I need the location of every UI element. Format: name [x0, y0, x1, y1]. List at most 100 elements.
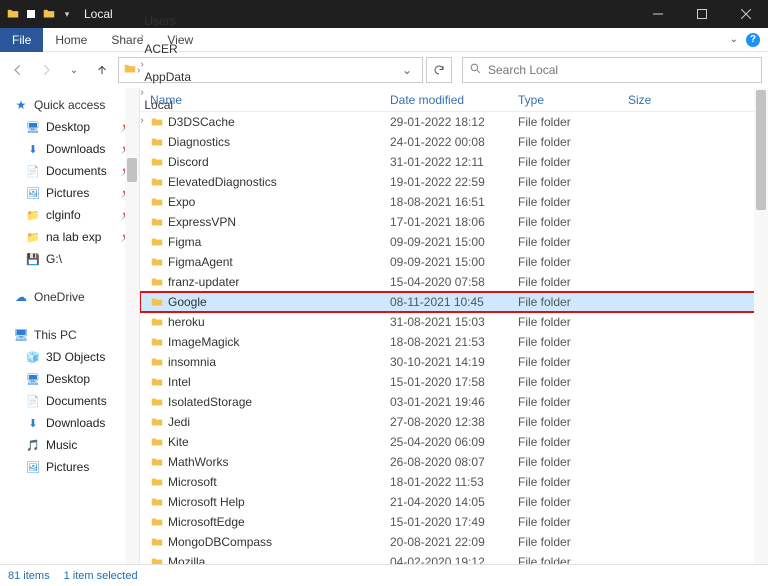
file-row[interactable]: MathWorks26-08-2020 08:07File folder	[140, 452, 768, 472]
nav-item[interactable]: ⬇Downloads📌	[0, 138, 139, 160]
navigation-pane: ★ Quick access 🖥Desktop📌⬇Downloads📌📄Docu…	[0, 88, 140, 564]
col-date[interactable]: Date modified	[390, 93, 518, 107]
col-name[interactable]: Name	[150, 93, 390, 107]
status-item-count: 81 items	[8, 570, 50, 582]
file-row[interactable]: Microsoft Help21-04-2020 14:05File folde…	[140, 492, 768, 512]
file-type: File folder	[518, 135, 628, 149]
nav-item[interactable]: 📄Documents	[0, 390, 139, 412]
file-row[interactable]: IsolatedStorage03-01-2021 19:46File fold…	[140, 392, 768, 412]
file-type: File folder	[518, 275, 628, 289]
nav-item[interactable]: 🎵 Music	[0, 434, 139, 456]
breadcrumb-acer[interactable]: ACER	[140, 42, 195, 56]
file-row[interactable]: insomnia30-10-2021 14:19File folder	[140, 352, 768, 372]
nav-item[interactable]: 📄Documents📌	[0, 160, 139, 182]
quick-access-label: Quick access	[34, 98, 105, 112]
file-date: 09-09-2021 15:00	[390, 255, 518, 269]
folder-icon	[150, 495, 168, 509]
breadcrumb-users[interactable]: Users	[140, 14, 195, 28]
file-row[interactable]: MicrosoftEdge15-01-2020 17:49File folder	[140, 512, 768, 532]
nav-item[interactable]: ⬇Downloads	[0, 412, 139, 434]
qat-button-1[interactable]	[22, 5, 40, 23]
file-row[interactable]: Google08-11-2021 10:45File folder	[140, 292, 768, 312]
help-icon[interactable]: ?	[746, 33, 760, 47]
nav-item[interactable]: 📁na lab exp📌	[0, 226, 139, 248]
file-row[interactable]: franz-updater15-04-2020 07:58File folder	[140, 272, 768, 292]
file-row[interactable]: MongoDBCompass20-08-2021 22:09File folde…	[140, 532, 768, 552]
file-row[interactable]: Diagnostics24-01-2022 00:08File folder	[140, 132, 768, 152]
file-row[interactable]: ExpressVPN17-01-2021 18:06File folder	[140, 212, 768, 232]
nav-label: na lab exp	[46, 230, 101, 244]
close-button[interactable]	[724, 0, 768, 28]
address-bar[interactable]: › Users›ACER›AppData›Local› ⌄	[118, 57, 423, 83]
file-row[interactable]: Intel15-01-2020 17:58File folder	[140, 372, 768, 392]
file-row[interactable]: Mozilla04-02-2020 19:12File folder	[140, 552, 768, 564]
file-type: File folder	[518, 335, 628, 349]
nav-label: clginfo	[46, 208, 81, 222]
file-name: D3DSCache	[168, 115, 390, 129]
nav-item[interactable]: 🧊3D Objects	[0, 346, 139, 368]
maximize-button[interactable]	[680, 0, 724, 28]
tab-file[interactable]: File	[0, 28, 43, 52]
quick-access-header[interactable]: ★ Quick access	[0, 94, 139, 116]
up-button[interactable]	[90, 58, 114, 82]
star-icon: ★	[14, 98, 28, 112]
back-button[interactable]	[6, 58, 30, 82]
file-row[interactable]: ElevatedDiagnostics19-01-2022 22:59File …	[140, 172, 768, 192]
file-row[interactable]: Kite25-04-2020 06:09File folder	[140, 432, 768, 452]
tab-home[interactable]: Home	[43, 28, 99, 52]
file-row[interactable]: Expo18-08-2021 16:51File folder	[140, 192, 768, 212]
forward-button[interactable]	[34, 58, 58, 82]
folder-icon	[150, 215, 168, 229]
folder-icon	[150, 475, 168, 489]
file-row[interactable]: Discord31-01-2022 12:11File folder	[140, 152, 768, 172]
onedrive-header[interactable]: ☁ OneDrive	[0, 286, 139, 308]
address-dropdown-icon[interactable]: ⌄	[396, 63, 418, 77]
file-row[interactable]: FigmaAgent09-09-2021 15:00File folder	[140, 252, 768, 272]
file-row[interactable]: ImageMagick18-08-2021 21:53File folder	[140, 332, 768, 352]
file-date: 27-08-2020 12:38	[390, 415, 518, 429]
qat-overflow[interactable]: ▾	[58, 5, 76, 23]
nav-item[interactable]: 📁clginfo📌	[0, 204, 139, 226]
file-row[interactable]: heroku31-08-2021 15:03File folder	[140, 312, 768, 332]
nav-item[interactable]: 🖼Pictures📌	[0, 182, 139, 204]
nav-item[interactable]: 🖼Pictures	[0, 456, 139, 478]
nav-item[interactable]: 🖥Desktop📌	[0, 116, 139, 138]
file-name: Diagnostics	[168, 135, 390, 149]
pictures-icon: 🖼	[26, 187, 40, 200]
pc-icon: 🖥	[14, 328, 28, 342]
col-size[interactable]: Size	[628, 93, 688, 107]
file-row[interactable]: Jedi27-08-2020 12:38File folder	[140, 412, 768, 432]
file-name: Kite	[168, 435, 390, 449]
search-box[interactable]	[462, 57, 762, 83]
folder-icon	[150, 315, 168, 329]
search-input[interactable]	[488, 63, 755, 77]
file-row[interactable]: D3DSCache29-01-2022 18:12File folder	[140, 112, 768, 132]
recent-locations-button[interactable]: ⌄	[62, 58, 86, 82]
nav-label: Music	[46, 438, 77, 452]
nav-scrollbar[interactable]	[125, 88, 139, 564]
minimize-button[interactable]	[636, 0, 680, 28]
breadcrumb-appdata[interactable]: AppData	[140, 70, 195, 84]
thispc-header[interactable]: 🖥 This PC	[0, 324, 139, 346]
nav-label: 3D Objects	[46, 350, 105, 364]
ribbon-tabs: File Home Share View ⌄ ?	[0, 28, 768, 52]
nav-item[interactable]: 💾G:\	[0, 248, 139, 270]
refresh-button[interactable]	[426, 57, 452, 83]
music-icon: 🎵	[26, 439, 40, 452]
files-scrollbar[interactable]	[754, 88, 768, 564]
nav-item[interactable]: 🖥Desktop	[0, 368, 139, 390]
qat-button-2[interactable]	[40, 5, 58, 23]
file-row[interactable]: Microsoft18-01-2022 11:53File folder	[140, 472, 768, 492]
file-name: Figma	[168, 235, 390, 249]
column-headers[interactable]: Name Date modified Type Size	[140, 88, 768, 112]
col-type[interactable]: Type	[518, 93, 628, 107]
file-row[interactable]: Figma09-09-2021 15:00File folder	[140, 232, 768, 252]
ribbon-collapse-icon[interactable]: ⌄	[730, 34, 738, 45]
window-title: Local	[84, 7, 113, 21]
folder-icon	[150, 395, 168, 409]
file-date: 18-08-2021 21:53	[390, 335, 518, 349]
folder-icon	[150, 275, 168, 289]
downloads-icon: ⬇	[26, 143, 40, 156]
folder-icon	[150, 335, 168, 349]
nav-label: Documents	[46, 164, 107, 178]
